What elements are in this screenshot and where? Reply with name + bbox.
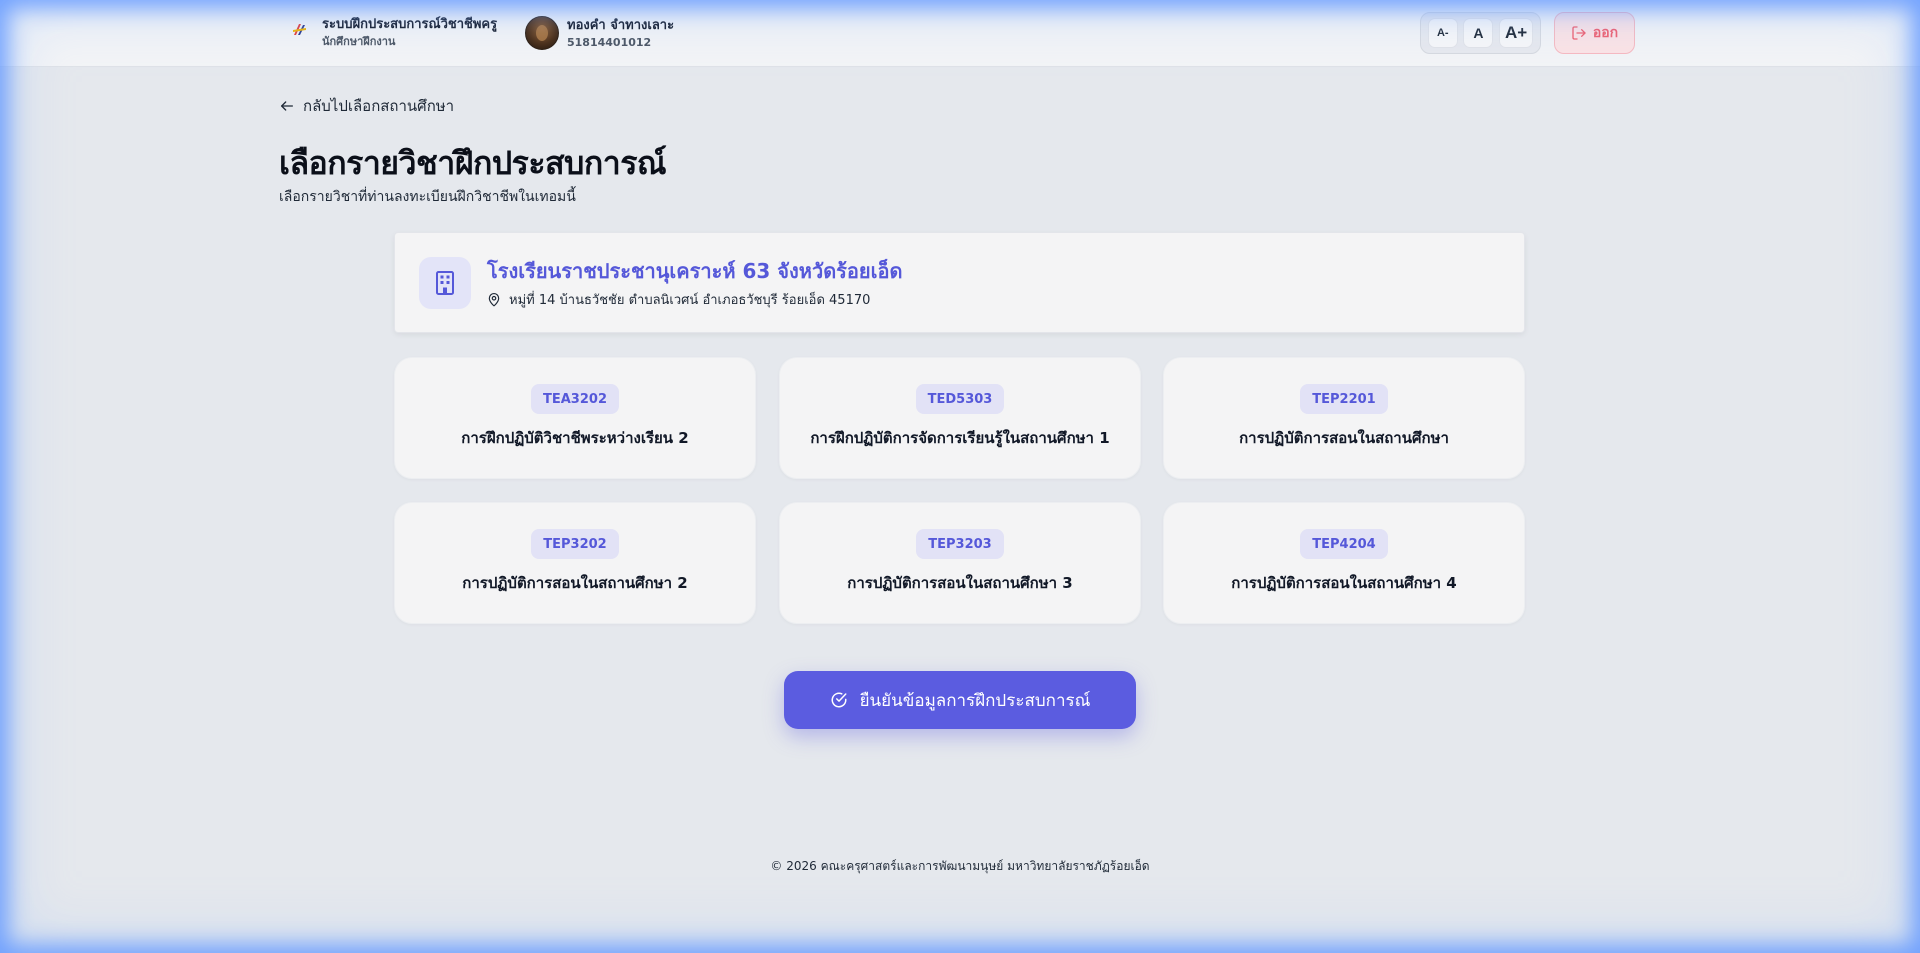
- font-increase-button[interactable]: A+: [1498, 18, 1534, 48]
- top-header: ระบบฝึกประสบการณ์วิชาชีพครู นักศึกษาฝึกง…: [0, 0, 1920, 67]
- font-size-controls: A- A A+: [1420, 12, 1541, 54]
- course-name: การปฏิบัติการสอนในสถานศึกษา: [1239, 429, 1449, 447]
- course-card[interactable]: TEP4204 การปฏิบัติการสอนในสถานศึกษา 4: [1163, 502, 1525, 624]
- logout-icon: [1572, 26, 1586, 40]
- logout-button[interactable]: ออก: [1554, 12, 1635, 54]
- confirm-button[interactable]: ยืนยันข้อมูลการฝึกประสบการณ์: [784, 671, 1136, 729]
- user-id: 51814401012: [567, 35, 652, 49]
- confirm-label: ยืนยันข้อมูลการฝึกประสบการณ์: [859, 690, 1091, 711]
- font-decrease-button[interactable]: A-: [1427, 18, 1458, 48]
- logo-icon: [293, 24, 306, 35]
- course-name: การปฏิบัติการสอนในสถานศึกษา 4: [1231, 574, 1457, 592]
- user-info[interactable]: ทองคำ จำทางเลาะ 51814401012: [525, 16, 674, 50]
- map-pin-icon: [488, 292, 500, 306]
- logout-label: ออก: [1592, 25, 1619, 41]
- course-code: TEP4204: [1300, 529, 1388, 559]
- course-name: การปฏิบัติการสอนในสถานศึกษา 3: [847, 574, 1073, 592]
- page-subtitle: เลือกรายวิชาที่ท่านลงทะเบียนฝึกวิชาชีพใน…: [279, 189, 576, 205]
- avatar: [525, 16, 559, 50]
- check-circle-icon: [831, 692, 847, 708]
- course-name: การปฏิบัติการสอนในสถานศึกษา 2: [462, 574, 688, 592]
- school-card: โรงเรียนราชประชานุเคราะห์ 63 จังหวัดร้อย…: [394, 232, 1525, 333]
- school-icon-box: [419, 257, 471, 309]
- course-code: TED5303: [915, 384, 1005, 414]
- course-card[interactable]: TEA3202 การฝึกปฏิบัติวิชาชีพระหว่างเรียน…: [394, 357, 756, 479]
- course-card[interactable]: TEP3202 การปฏิบัติการสอนในสถานศึกษา 2: [394, 502, 756, 624]
- app-title: ระบบฝึกประสบการณ์วิชาชีพครู: [322, 17, 498, 32]
- school-address-text: หมู่ที่ 14 บ้านธวัชชัย ตำบลนิเวศน์ อำเภอ…: [509, 293, 871, 308]
- arrow-left-icon: [281, 101, 293, 111]
- course-card[interactable]: TED5303 การฝึกปฏิบัติการจัดการเรียนรู้ใน…: [779, 357, 1141, 479]
- school-address: หมู่ที่ 14 บ้านธวัชชัย ตำบลนิเวศน์ อำเภอ…: [487, 289, 870, 310]
- page-title: เลือกรายวิชาฝึกประสบการณ์: [279, 144, 667, 182]
- back-label: กลับไปเลือกสถานศึกษา: [303, 97, 455, 115]
- course-name: การฝึกปฏิบัติการจัดการเรียนรู้ในสถานศึกษ…: [810, 429, 1110, 447]
- course-code: TEA3202: [531, 384, 619, 414]
- course-name: การฝึกปฏิบัติวิชาชีพระหว่างเรียน 2: [461, 429, 689, 447]
- footer-copyright: © 2026 คณะครุศาสตร์และการพัฒนามนุษย์ มหา…: [770, 859, 1150, 873]
- school-name: โรงเรียนราชประชานุเคราะห์ 63 จังหวัดร้อย…: [487, 259, 903, 283]
- course-code: TEP3203: [916, 529, 1004, 559]
- building-icon: [436, 271, 454, 295]
- back-link[interactable]: กลับไปเลือกสถานศึกษา: [279, 94, 454, 118]
- user-name: ทองคำ จำทางเลาะ: [567, 17, 675, 33]
- course-code: TEP2201: [1300, 384, 1388, 414]
- course-code: TEP3202: [531, 529, 619, 559]
- brand[interactable]: ระบบฝึกประสบการณ์วิชาชีพครู นักศึกษาฝึกง…: [290, 16, 497, 50]
- course-card[interactable]: TEP2201 การปฏิบัติการสอนในสถานศึกษา: [1163, 357, 1525, 479]
- font-reset-button[interactable]: A: [1463, 18, 1494, 48]
- course-card[interactable]: TEP3203 การปฏิบัติการสอนในสถานศึกษา 3: [779, 502, 1141, 624]
- user-role: นักศึกษาฝึกงาน: [322, 35, 396, 48]
